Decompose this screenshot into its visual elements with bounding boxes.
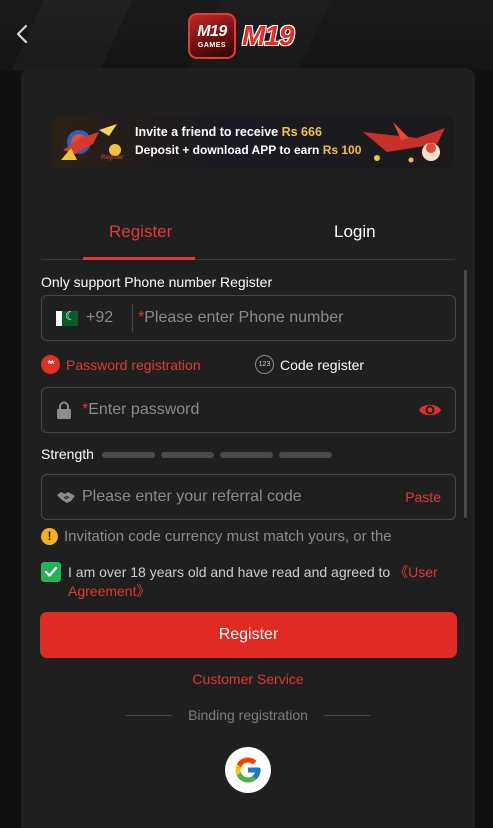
password-mode-icon: ** bbox=[41, 355, 60, 374]
logo-word: M19 bbox=[242, 20, 294, 51]
register-card: Register Invite a friend to receive Rs 6… bbox=[21, 68, 475, 828]
binding-registration: Binding registration bbox=[126, 706, 370, 724]
binding-divider-left bbox=[126, 714, 172, 716]
eye-icon[interactable] bbox=[418, 401, 442, 419]
customer-service-link[interactable]: Customer Service bbox=[21, 671, 475, 687]
password-input[interactable]: *Enter password bbox=[82, 401, 199, 419]
tab-login[interactable]: Login bbox=[334, 222, 376, 242]
phone-field[interactable]: +92 *Please enter Phone number bbox=[41, 295, 456, 341]
form-scrollbar[interactable] bbox=[464, 270, 467, 518]
password-field[interactable]: *Enter password bbox=[41, 387, 456, 433]
handshake-icon bbox=[57, 492, 75, 503]
logo-badge: M19 GAMES bbox=[188, 13, 236, 59]
referral-input[interactable]: Please enter your referral code bbox=[82, 488, 302, 506]
field-divider bbox=[132, 304, 133, 332]
promo-banner[interactable]: Register Invite a friend to receive Rs 6… bbox=[53, 116, 453, 168]
referral-field[interactable]: Please enter your referral code Paste bbox=[41, 474, 456, 520]
phone-placeholder: Please enter Phone number bbox=[144, 309, 344, 326]
lock-icon bbox=[57, 401, 71, 419]
agreement-checkbox[interactable] bbox=[41, 562, 61, 582]
currency-warning: ! Invitation code currency must match yo… bbox=[41, 526, 461, 546]
promo-subtext: Register bbox=[101, 155, 124, 161]
pakistan-flag-icon bbox=[56, 309, 78, 326]
promo-line-2-amount: Rs 100 bbox=[322, 143, 362, 157]
strength-bar-2 bbox=[161, 452, 214, 458]
promo-line-1: Invite a friend to receive Rs 666 bbox=[135, 125, 322, 139]
warning-icon: ! bbox=[41, 527, 58, 545]
register-mode-row: ** Password registration 123 Code regist… bbox=[41, 355, 456, 379]
promo-line-1-text: Invite a friend to receive bbox=[135, 125, 279, 139]
strength-bar-3 bbox=[220, 452, 273, 458]
auth-tabs: Register Login bbox=[41, 208, 455, 260]
promo-line-2: Deposit + download APP to earn Rs 100 bbox=[135, 143, 361, 157]
app-logo: M19 GAMES M19 bbox=[188, 12, 310, 60]
strength-bar-1 bbox=[102, 452, 155, 458]
binding-label: Binding registration bbox=[188, 707, 308, 723]
active-tab-indicator bbox=[83, 257, 195, 260]
password-placeholder: Enter password bbox=[88, 401, 200, 418]
agreement-row: I am over 18 years old and have read and… bbox=[41, 562, 461, 602]
paste-button[interactable]: Paste bbox=[405, 489, 441, 505]
phone-input[interactable]: *Please enter Phone number bbox=[138, 309, 343, 327]
google-icon bbox=[235, 757, 261, 783]
promo-illustration-right bbox=[363, 122, 445, 163]
register-button[interactable]: Register bbox=[40, 612, 457, 658]
back-arrow-icon[interactable] bbox=[12, 22, 34, 46]
promo-line-2-text: Deposit + download APP to earn bbox=[135, 143, 320, 157]
check-icon bbox=[44, 566, 58, 577]
country-code[interactable]: +92 bbox=[86, 309, 113, 327]
password-registration-label: Password registration bbox=[66, 356, 201, 373]
code-mode-icon: 123 bbox=[255, 355, 274, 374]
password-registration-option[interactable]: ** Password registration bbox=[41, 355, 201, 374]
tab-register[interactable]: Register bbox=[109, 222, 172, 242]
agreement-statement: I am over 18 years old and have read and… bbox=[68, 564, 391, 580]
strength-label: Strength bbox=[41, 446, 94, 462]
warning-text: Invitation code currency must match your… bbox=[64, 527, 392, 545]
agreement-text: I am over 18 years old and have read and… bbox=[68, 563, 468, 601]
google-login-button[interactable] bbox=[225, 747, 271, 793]
code-register-label: Code register bbox=[280, 356, 365, 373]
strength-bar-4 bbox=[279, 452, 332, 458]
support-label: Only support Phone number Register bbox=[41, 274, 273, 290]
password-strength: Strength bbox=[41, 445, 341, 463]
logo-badge-bottom: GAMES bbox=[197, 41, 227, 49]
logo-badge-top: M19 bbox=[197, 22, 227, 40]
binding-divider-right bbox=[323, 714, 370, 716]
promo-line-1-amount: Rs 666 bbox=[281, 125, 322, 139]
top-bar: M19 GAMES M19 bbox=[0, 0, 493, 70]
code-register-option[interactable]: 123 Code register bbox=[255, 355, 364, 374]
